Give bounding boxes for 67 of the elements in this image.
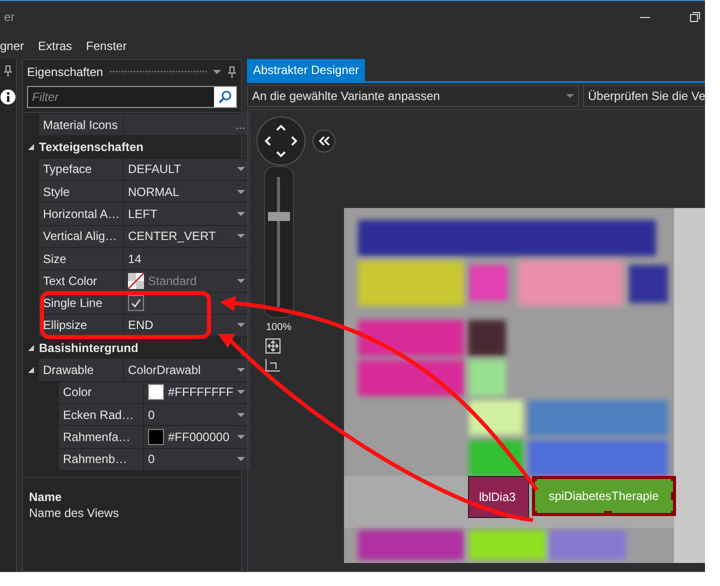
- property-label: Ecken Rad…: [59, 404, 144, 426]
- category-label: Basishintergrund: [39, 340, 138, 355]
- menu-item[interactable]: Fenster: [86, 37, 127, 55]
- property-label: Typeface: [39, 158, 124, 180]
- menu-item[interactable]: gner: [0, 37, 24, 55]
- restore-icon: [689, 11, 701, 23]
- property-value[interactable]: Standard: [148, 274, 234, 288]
- property-label: Rahmenb…: [59, 448, 144, 470]
- property-label: Text Color: [39, 270, 124, 292]
- property-value[interactable]: DEFAULT: [128, 162, 234, 176]
- property-value[interactable]: ColorDrawabl: [128, 363, 234, 378]
- check-icon: [130, 297, 142, 310]
- dropdown-icon[interactable]: [237, 434, 246, 440]
- dropdown-icon[interactable]: [237, 166, 246, 172]
- tab[interactable]: Abstrakter Designer: [247, 59, 366, 81]
- fit-to-screen-icon[interactable]: [264, 337, 282, 355]
- pin-icon[interactable]: [3, 65, 13, 77]
- dropdown-icon[interactable]: [237, 389, 246, 396]
- layout-icon[interactable]: [264, 359, 282, 373]
- zoom-reading: 100%: [265, 322, 292, 333]
- property-value[interactable]: 0: [148, 408, 234, 422]
- expander-icon[interactable]: [27, 366, 35, 374]
- collapse-icon[interactable]: [312, 129, 336, 153]
- dropdown-icon[interactable]: [237, 322, 246, 328]
- dropdown-icon: [566, 93, 574, 99]
- widget[interactable]: lblDia3: [468, 476, 529, 518]
- transparent-swatch-icon: [128, 272, 144, 289]
- expander-icon[interactable]: [27, 142, 35, 151]
- dropdown-icon[interactable]: [237, 412, 246, 418]
- dropdown-icon[interactable]: [237, 233, 246, 240]
- property-value[interactable]: CENTER_VERT: [128, 229, 234, 244]
- description-text: Name des Views: [29, 506, 120, 520]
- expander-icon[interactable]: [27, 344, 35, 352]
- property-label: Size: [39, 248, 124, 270]
- menu-item[interactable]: Extras: [38, 37, 72, 55]
- variant-dropdown[interactable]: An die gewählte Variante anpassen: [247, 85, 579, 107]
- category-label: Texteigenschaften: [39, 140, 144, 154]
- more-button[interactable]: ...: [235, 118, 246, 132]
- window-title: er: [3, 10, 15, 24]
- dropdown-icon[interactable]: [237, 367, 246, 374]
- pin-icon[interactable]: [227, 66, 237, 78]
- dropdown-icon[interactable]: [237, 188, 246, 195]
- property-label: Style: [39, 180, 124, 202]
- info-icon[interactable]: [0, 89, 16, 105]
- panel-title: Eigenschaften: [27, 65, 104, 79]
- property-label: Vertical Alig…: [39, 226, 124, 247]
- dropdown-icon[interactable]: [237, 278, 246, 284]
- zoom-slider[interactable]: [264, 166, 294, 318]
- property-value[interactable]: NORMAL: [128, 184, 234, 199]
- pan-control-icon[interactable]: [256, 116, 306, 166]
- property-value[interactable]: #FF000000: [168, 430, 234, 444]
- property-value[interactable]: 0: [148, 452, 234, 466]
- property-value[interactable]: END: [128, 318, 234, 332]
- property-label: Material Icons: [39, 114, 124, 136]
- property-label: Rahmenfa…: [59, 426, 144, 448]
- dropdown-icon[interactable]: [237, 456, 246, 462]
- checkbox[interactable]: [128, 295, 144, 312]
- property-label: Horizontal A…: [39, 203, 124, 225]
- dropdown-icon[interactable]: [213, 69, 221, 75]
- property-label: Drawable: [39, 359, 124, 381]
- property-value[interactable]: #FFFFFFFF: [168, 385, 234, 400]
- description-title: Name: [29, 490, 63, 504]
- property-value[interactable]: 14: [128, 252, 246, 266]
- property-value[interactable]: LEFT: [128, 206, 234, 221]
- check-dropdown[interactable]: Überprüfen Sie die Ve: [583, 85, 705, 107]
- dropdown-icon[interactable]: [237, 210, 246, 217]
- property-label: Color: [59, 382, 144, 404]
